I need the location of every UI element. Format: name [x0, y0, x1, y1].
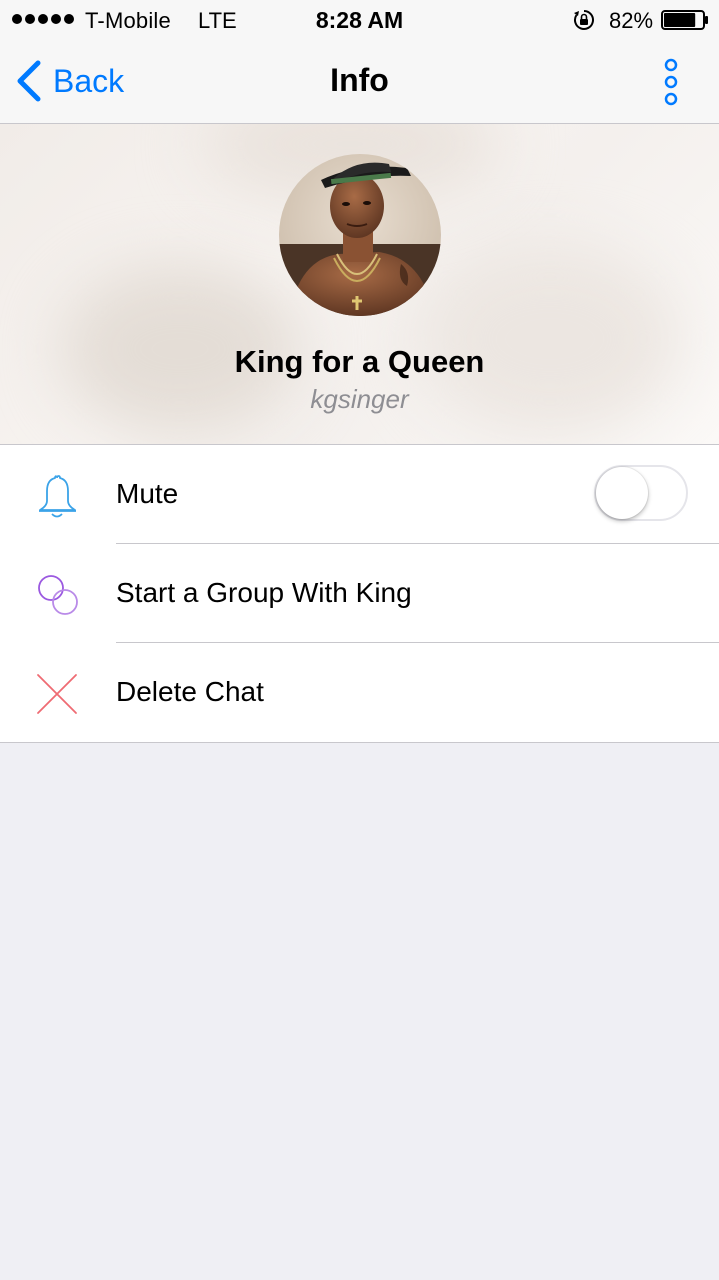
status-bar: T-Mobile LTE 8:28 AM 82%: [0, 0, 719, 40]
start-group-row[interactable]: Start a Group With King: [0, 543, 719, 643]
battery-icon: [661, 10, 708, 30]
orientation-lock-icon: [574, 10, 594, 30]
profile-name: King for a Queen: [234, 344, 485, 379]
settings-list: Mute Start a Group With King Delete Chat: [0, 445, 719, 743]
mute-toggle[interactable]: [594, 465, 688, 521]
mute-row: Mute: [0, 445, 719, 544]
more-vertical-icon[interactable]: [657, 57, 685, 107]
close-x-icon: [37, 674, 77, 714]
toggle-knob: [596, 467, 648, 519]
profile-username: kgsinger: [310, 384, 409, 414]
avatar-photo: [279, 154, 441, 316]
page-title: Info: [330, 62, 389, 98]
start-group-label: Start a Group With King: [116, 577, 412, 608]
group-circles-icon: [38, 575, 78, 615]
mute-label: Mute: [116, 478, 179, 509]
bell-icon: [39, 475, 76, 518]
battery-percent: 82%: [609, 8, 654, 33]
avatar[interactable]: [279, 154, 441, 316]
profile-header: King for a Queen kgsinger: [0, 124, 719, 445]
delete-chat-label: Delete Chat: [116, 676, 264, 707]
delete-chat-row[interactable]: Delete Chat: [0, 642, 719, 742]
nav-bar: Back Info: [0, 40, 719, 124]
